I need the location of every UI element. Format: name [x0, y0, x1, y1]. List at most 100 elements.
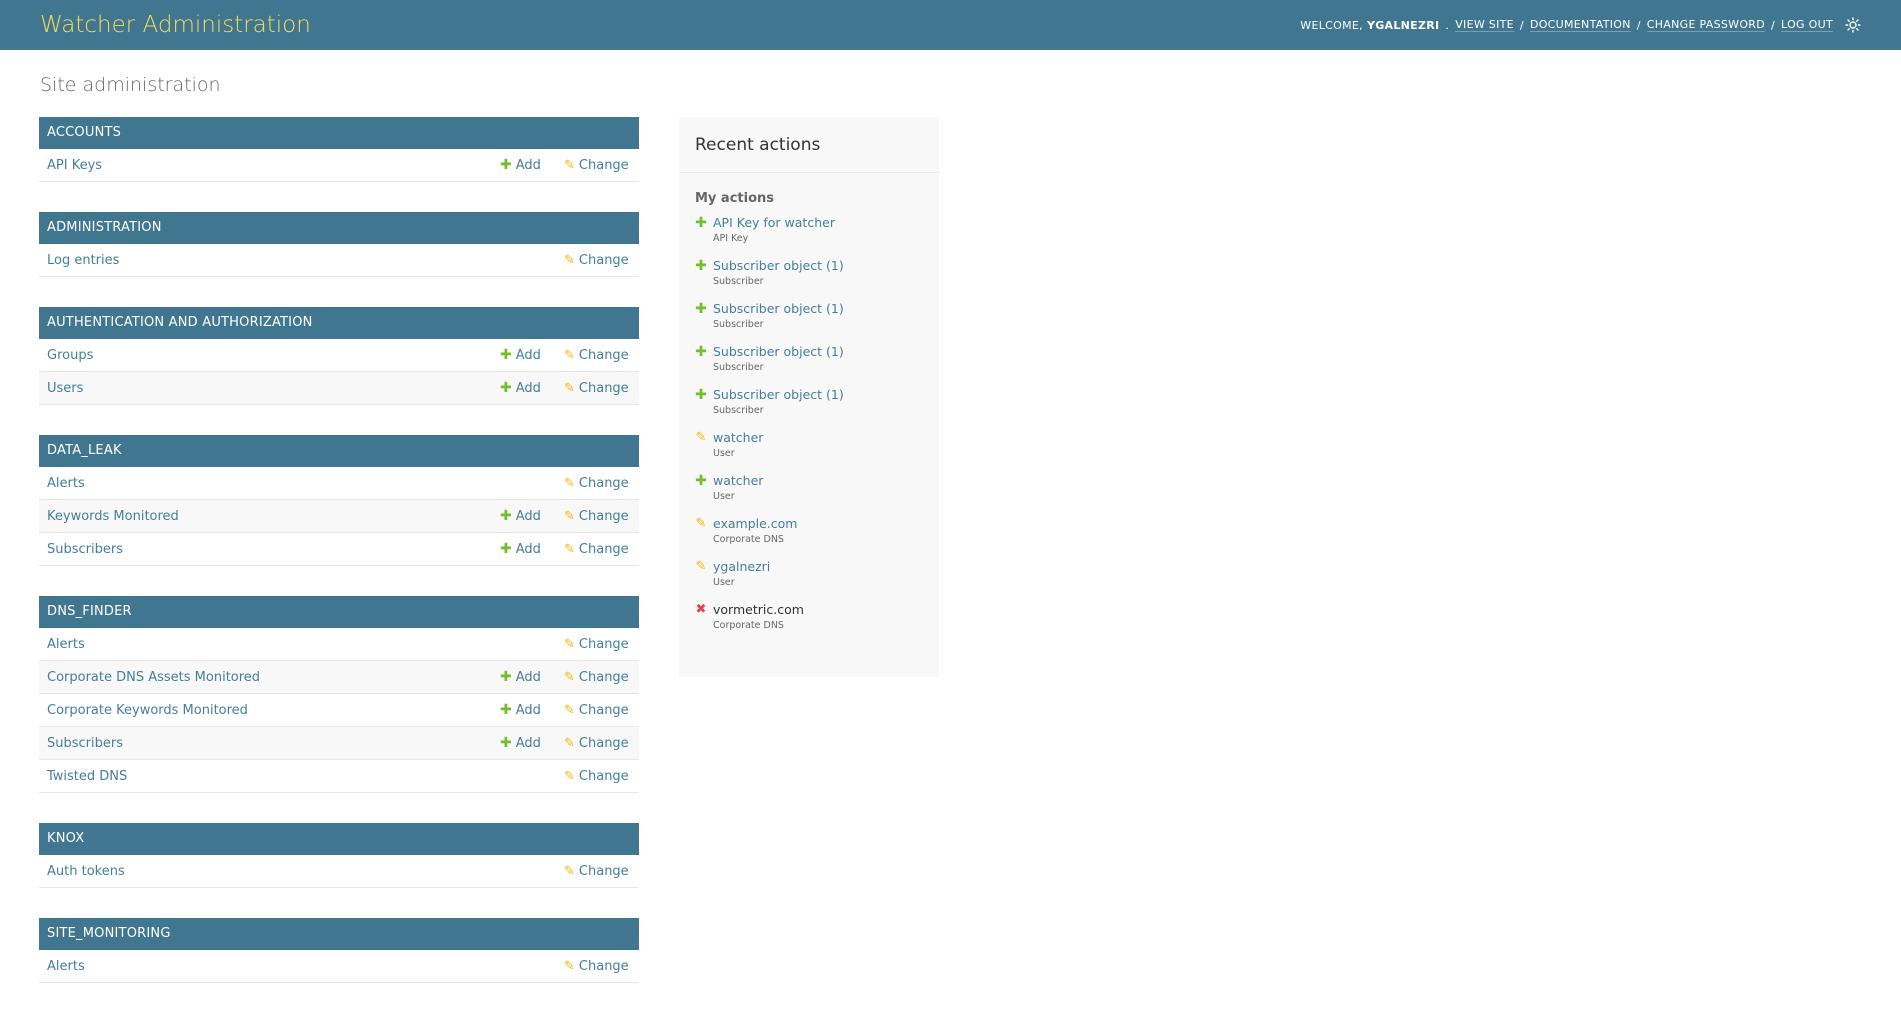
change-link[interactable]: ✎ Change [564, 509, 629, 524]
plus-icon: ✚ [500, 541, 512, 557]
change-link[interactable]: ✎ Change [564, 348, 629, 363]
change-password-link[interactable]: Change password [1646, 18, 1766, 32]
pencil-icon: ✎ [564, 958, 575, 974]
recent-action-link[interactable]: Subscriber object (1) [713, 386, 939, 402]
pencil-icon: ✎ [695, 516, 707, 531]
plus-icon: ✚ [695, 258, 707, 274]
change-label: Change [578, 768, 629, 784]
add-label: Add [515, 347, 541, 363]
model-link[interactable]: Corporate Keywords Monitored [47, 703, 639, 718]
model-row: Log entries ✎ Change [39, 244, 639, 277]
add-label: Add [515, 380, 541, 396]
add-link[interactable]: ✚ Add [500, 736, 541, 751]
plus-icon: ✚ [500, 669, 512, 685]
user-tools: Welcome, ygalnezri . View site / Documen… [1300, 17, 1861, 33]
sun-icon-svg [1845, 17, 1861, 33]
module-caption[interactable]: Knox [39, 823, 639, 855]
plus-icon: ✚ [500, 702, 512, 718]
model-link[interactable]: Log entries [47, 253, 639, 268]
add-label: Add [515, 669, 541, 685]
module-data-leak: Data_Leak Alerts ✎ Change Keywords Monitored… [39, 435, 639, 566]
add-link[interactable]: ✚ Add [500, 703, 541, 718]
recent-action-link[interactable]: watcher [713, 472, 939, 488]
pencil-icon: ✎ [564, 702, 575, 718]
module-caption[interactable]: Data_Leak [39, 435, 639, 467]
module-knox: Knox Auth tokens ✎ Change [39, 823, 639, 888]
site-branding[interactable]: Watcher Administration [40, 12, 311, 38]
change-label: Change [578, 347, 629, 363]
add-label: Add [515, 541, 541, 557]
model-link[interactable]: Alerts [47, 476, 639, 491]
recent-action-link[interactable]: ygalnezri [713, 558, 939, 574]
pencil-icon: ✎ [564, 768, 575, 784]
change-link[interactable]: ✎ Change [564, 253, 629, 268]
recent-action-item: ✚ Subscriber object (1) Subscriber [679, 257, 939, 300]
recent-action-item: ✚ watcher User [679, 472, 939, 515]
recent-action-type: Corporate DNS [713, 620, 784, 631]
view-site-link[interactable]: View site [1455, 18, 1514, 32]
change-link[interactable]: ✎ Change [564, 769, 629, 784]
add-link[interactable]: ✚ Add [500, 348, 541, 363]
plus-icon: ✚ [500, 157, 512, 173]
module-caption[interactable]: Site_Monitoring [39, 918, 639, 950]
module-caption[interactable]: Accounts [39, 117, 639, 149]
model-row: Auth tokens ✎ Change [39, 855, 639, 888]
plus-icon: ✚ [695, 301, 707, 317]
recent-action-link[interactable]: example.com [713, 515, 939, 531]
change-link[interactable]: ✎ Change [564, 670, 629, 685]
change-link[interactable]: ✎ Change [564, 703, 629, 718]
module-caption[interactable]: Dns_Finder [39, 596, 639, 628]
model-row: Alerts ✎ Change [39, 950, 639, 983]
model-link[interactable]: Groups [47, 348, 639, 363]
model-link[interactable]: Subscribers [47, 736, 639, 751]
recent-action-item: ✚ Subscriber object (1) Subscriber [679, 386, 939, 429]
add-link[interactable]: ✚ Add [500, 509, 541, 524]
model-link[interactable]: Alerts [47, 959, 639, 974]
log-out-link[interactable]: Log out [1781, 18, 1833, 32]
model-row: Subscribers ✚ Add ✎ Change [39, 533, 639, 566]
add-label: Add [515, 508, 541, 524]
change-link[interactable]: ✎ Change [564, 637, 629, 652]
model-link[interactable]: Alerts [47, 637, 639, 652]
model-link[interactable]: Subscribers [47, 542, 639, 557]
module-caption[interactable]: Administration [39, 212, 639, 244]
username: ygalnezri [1366, 18, 1440, 32]
recent-action-link[interactable]: Subscriber object (1) [713, 257, 939, 273]
model-row: Groups ✚ Add ✎ Change [39, 339, 639, 372]
model-row: Users ✚ Add ✎ Change [39, 372, 639, 405]
pencil-icon: ✎ [564, 636, 575, 652]
model-link[interactable]: Keywords Monitored [47, 509, 639, 524]
change-link[interactable]: ✎ Change [564, 158, 629, 173]
documentation-link[interactable]: Documentation [1529, 18, 1631, 32]
model-row: Alerts ✎ Change [39, 628, 639, 661]
change-link[interactable]: ✎ Change [564, 959, 629, 974]
recent-action-link[interactable]: Subscriber object (1) [713, 300, 939, 316]
add-link[interactable]: ✚ Add [500, 381, 541, 396]
add-link[interactable]: ✚ Add [500, 158, 541, 173]
model-link[interactable]: Auth tokens [47, 864, 639, 879]
change-link[interactable]: ✎ Change [564, 864, 629, 879]
my-actions-title: My actions [695, 191, 775, 206]
module-caption[interactable]: Authentication and Authorization [39, 307, 639, 339]
model-link[interactable]: Corporate DNS Assets Monitored [47, 670, 639, 685]
recent-action-link[interactable]: Subscriber object (1) [713, 343, 939, 359]
model-link[interactable]: Twisted DNS [47, 769, 639, 784]
model-row: Subscribers ✚ Add ✎ Change [39, 727, 639, 760]
model-link[interactable]: API Keys [47, 158, 639, 173]
change-link[interactable]: ✎ Change [564, 476, 629, 491]
recent-action-link[interactable]: watcher [713, 429, 939, 445]
pencil-icon: ✎ [564, 669, 575, 685]
change-link[interactable]: ✎ Change [564, 736, 629, 751]
recent-action-type: Subscriber [713, 362, 764, 373]
module-site-monitoring: Site_Monitoring Alerts ✎ Change [39, 918, 639, 983]
change-link[interactable]: ✎ Change [564, 542, 629, 557]
pencil-icon: ✎ [564, 157, 575, 173]
add-link[interactable]: ✚ Add [500, 670, 541, 685]
recent-action-link[interactable]: API Key for watcher [713, 214, 939, 230]
change-link[interactable]: ✎ Change [564, 381, 629, 396]
add-link[interactable]: ✚ Add [500, 542, 541, 557]
sun-icon[interactable] [1845, 17, 1861, 33]
model-link[interactable]: Users [47, 381, 639, 396]
recent-action-item: ✎ watcher User [679, 429, 939, 472]
plus-icon: ✚ [695, 387, 707, 403]
